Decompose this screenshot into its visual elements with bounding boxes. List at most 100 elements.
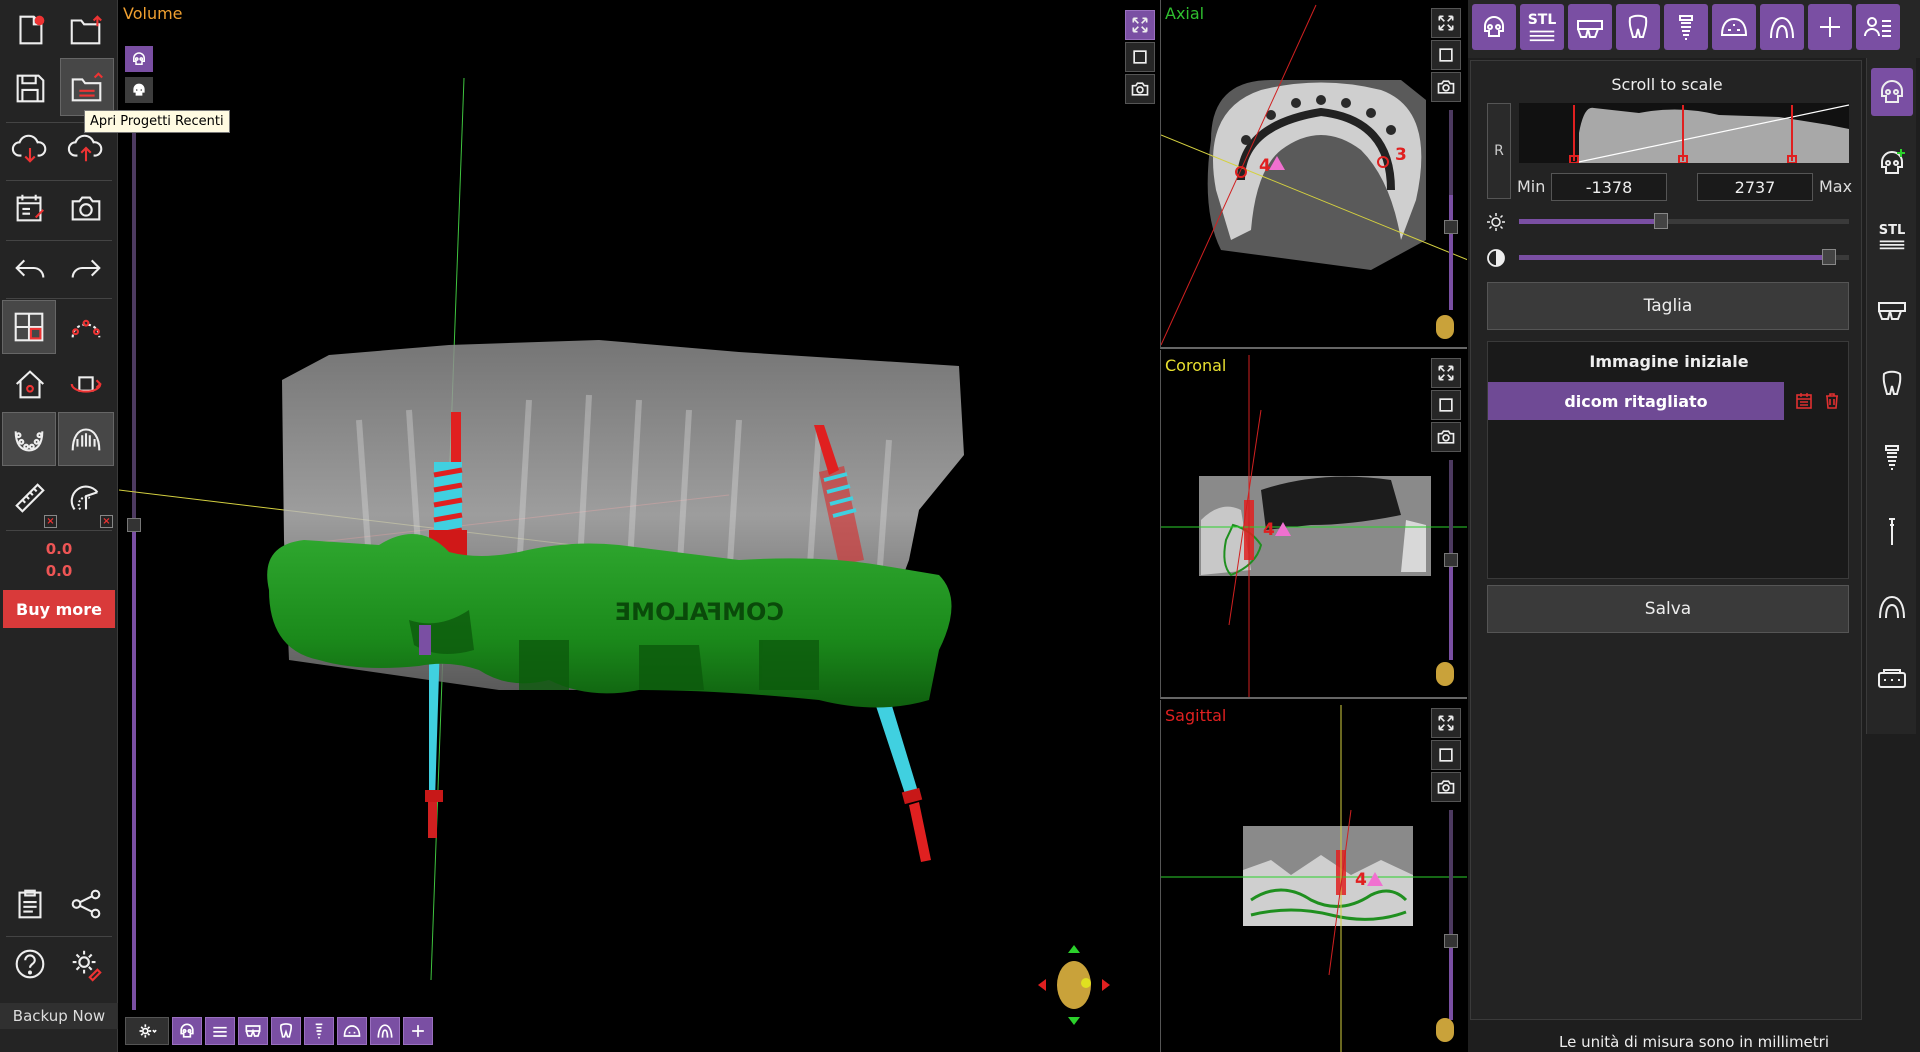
tab-nerve[interactable]	[1760, 4, 1804, 50]
coronal-slice-slider[interactable]	[1444, 460, 1458, 660]
mandible-view-button[interactable]	[2, 412, 56, 466]
side-tab-pin[interactable]	[1871, 508, 1913, 556]
home-view-button[interactable]	[4, 358, 56, 410]
buy-more-button[interactable]: Buy more	[3, 590, 115, 628]
tab-stl[interactable]: STL	[1520, 4, 1564, 50]
volume-show-guide-button[interactable]	[337, 1017, 367, 1045]
save-button[interactable]: Salva	[1487, 585, 1849, 633]
side-tab-arch[interactable]	[1871, 286, 1913, 334]
coronal-slice-thumb[interactable]	[1444, 553, 1458, 567]
coronal-view[interactable]: Coronal 4	[1160, 350, 1467, 699]
intensity-histogram[interactable]	[1519, 103, 1849, 163]
contrast-slider-fill	[1519, 255, 1830, 260]
cut-button[interactable]: Taglia	[1487, 282, 1849, 330]
volume-maximize-button[interactable]	[1125, 10, 1155, 40]
panoramic-curve-button[interactable]	[60, 300, 112, 352]
volume-show-nerve-button[interactable]	[370, 1017, 400, 1045]
side-tab-teeth[interactable]	[1871, 360, 1913, 408]
side-tab-implants[interactable]	[1871, 434, 1913, 482]
share-button[interactable]	[60, 878, 112, 930]
maxilla-view-button[interactable]	[58, 412, 114, 466]
brightness-slider[interactable]	[1519, 213, 1849, 229]
screenshot-button[interactable]	[60, 182, 112, 234]
tab-teeth[interactable]	[1616, 4, 1660, 50]
guide-icon	[343, 1025, 361, 1037]
skull-icon	[180, 1023, 194, 1038]
axial-slice-slider[interactable]	[1444, 110, 1458, 310]
volume-settings-dropdown[interactable]	[125, 1017, 169, 1045]
calendar-icon[interactable]	[1794, 391, 1814, 411]
arch-icon	[377, 1024, 393, 1038]
volume-add-button[interactable]	[403, 1017, 433, 1045]
open-project-button[interactable]	[60, 4, 112, 56]
side-tab-volume[interactable]	[1871, 68, 1913, 116]
side-tab-face-scan[interactable]	[1871, 138, 1913, 186]
sagittal-view[interactable]: Sagittal 4	[1160, 700, 1467, 1052]
tab-arch-scan[interactable]	[1568, 4, 1612, 50]
volume-3d-view[interactable]: Volume COMFALOME	[119, 0, 1159, 1052]
volume-show-arch-button[interactable]	[238, 1017, 268, 1045]
folder-open-icon	[70, 15, 102, 45]
brightness-slider-thumb[interactable]	[1653, 213, 1668, 229]
volume-window-button[interactable]	[1125, 42, 1155, 72]
sagittal-maximize-button[interactable]	[1431, 708, 1461, 738]
tab-volume[interactable]	[1472, 4, 1516, 50]
coronal-screenshot-button[interactable]	[1431, 422, 1461, 452]
max-value-input[interactable]	[1697, 173, 1813, 201]
redo-button[interactable]	[60, 242, 112, 294]
volume-screenshot-button[interactable]	[1125, 74, 1155, 104]
cloud-download-button[interactable]	[4, 122, 56, 174]
tab-implants[interactable]	[1664, 4, 1708, 50]
sleeve-bar-icon	[1878, 669, 1906, 688]
volume-threshold-thumb[interactable]	[127, 518, 141, 532]
tab-add[interactable]	[1808, 4, 1852, 50]
layout-view-button[interactable]	[2, 300, 56, 354]
axial-maximize-button[interactable]	[1431, 8, 1461, 38]
coronal-maximize-button[interactable]	[1431, 358, 1461, 388]
tab-patient-info[interactable]	[1856, 4, 1900, 50]
axial-screenshot-button[interactable]	[1431, 72, 1461, 102]
min-value-input[interactable]	[1551, 173, 1667, 201]
save-project-button[interactable]	[4, 62, 56, 114]
help-button[interactable]	[4, 938, 56, 990]
side-tab-bar-sleeve[interactable]	[1871, 656, 1913, 704]
volume-show-implant-button[interactable]	[304, 1017, 334, 1045]
reset-range-button[interactable]: R	[1487, 103, 1511, 199]
rotate-view-button[interactable]	[60, 358, 112, 410]
contrast-slider-thumb[interactable]	[1822, 249, 1837, 265]
sagittal-slice-thumb[interactable]	[1444, 934, 1458, 948]
volume-show-tooth-button[interactable]	[271, 1017, 301, 1045]
sagittal-window-button[interactable]	[1431, 740, 1461, 770]
report-button[interactable]	[4, 182, 56, 234]
trash-icon[interactable]	[1822, 391, 1842, 411]
backup-now-button[interactable]: Backup Now	[0, 1003, 118, 1029]
tab-guide[interactable]	[1712, 4, 1756, 50]
folder-recent-icon	[71, 72, 103, 102]
volume-show-stl-button[interactable]	[205, 1017, 235, 1045]
axial-slice-thumb[interactable]	[1444, 220, 1458, 234]
volume-threshold-slider[interactable]	[127, 130, 141, 1010]
side-tab-guide[interactable]	[1871, 582, 1913, 630]
sagittal-screenshot-button[interactable]	[1431, 772, 1461, 802]
volume-show-skull-button[interactable]	[172, 1017, 202, 1045]
open-recent-projects-button[interactable]	[60, 58, 114, 116]
undo-button[interactable]	[4, 242, 56, 294]
side-tab-stl[interactable]: STL	[1871, 212, 1913, 260]
sagittal-slice-slider[interactable]	[1444, 810, 1458, 1020]
volume-render-bone-button[interactable]	[125, 46, 153, 72]
list-item[interactable]: dicom ritagliato	[1488, 382, 1784, 420]
axial-window-button[interactable]	[1431, 40, 1461, 70]
axial-slice-image: 4 3	[1161, 4, 1467, 346]
settings-button[interactable]	[60, 938, 112, 990]
coronal-window-button[interactable]	[1431, 390, 1461, 420]
angle-icon	[70, 485, 99, 511]
clear-angle-button[interactable]: ×	[100, 515, 113, 528]
volume-render-skin-button[interactable]	[125, 77, 153, 103]
clear-ruler-button[interactable]: ×	[44, 515, 57, 528]
axial-view[interactable]: Axial 4 3	[1160, 0, 1467, 349]
new-project-button[interactable]	[4, 4, 56, 56]
contrast-slider[interactable]	[1519, 249, 1849, 265]
clipboard-button[interactable]	[4, 878, 56, 930]
maximize-icon	[1438, 15, 1454, 31]
gear-wrench-icon	[72, 950, 102, 982]
